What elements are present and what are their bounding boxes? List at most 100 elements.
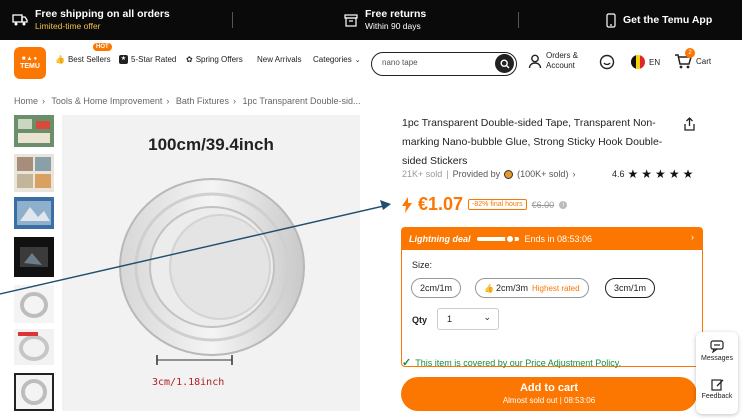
get-app-label: Get the Temu App bbox=[623, 14, 713, 26]
logo-glyphs: ■▲● bbox=[21, 56, 39, 62]
nav-best-sellers[interactable]: HOT 👍 Best Sellers bbox=[55, 43, 112, 64]
edit-icon bbox=[710, 379, 723, 391]
highest-rated-tag: Highest rated bbox=[531, 283, 580, 293]
message-icon bbox=[710, 340, 724, 353]
site-header: ■▲● TEMU HOT 👍 Best Sellers ★ 5-Star Rat… bbox=[0, 40, 742, 86]
thumbs-up-icon: 👍 bbox=[484, 283, 494, 293]
nav-categories[interactable]: Categories ⌄ bbox=[313, 55, 361, 64]
hot-badge: HOT bbox=[93, 43, 112, 51]
thumbnail-selected[interactable] bbox=[14, 373, 54, 411]
discount-badge: -82% final hours bbox=[468, 199, 527, 210]
thumbnail[interactable] bbox=[14, 285, 54, 323]
sold-count: 21K+ sold bbox=[402, 169, 443, 179]
get-app-promo[interactable]: Get the Temu App bbox=[606, 0, 712, 40]
thumbnail[interactable] bbox=[14, 329, 54, 365]
thumbnail[interactable] bbox=[14, 237, 54, 277]
qty-label: Qty bbox=[412, 315, 428, 325]
phone-icon bbox=[606, 12, 616, 28]
quantity-value: 1 bbox=[447, 314, 453, 324]
thumbs-up-icon: 👍 bbox=[55, 55, 65, 64]
feedback-widget[interactable]: Feedback bbox=[696, 378, 738, 400]
cart-count-badge: 2 bbox=[685, 48, 695, 58]
add-to-cart-label: Add to cart bbox=[519, 382, 579, 394]
breadcrumb-tools[interactable]: Tools & Home Improvement bbox=[51, 96, 162, 106]
shipping-sub: Limited-time offer bbox=[35, 21, 101, 31]
size-option-3cm-1m[interactable]: 3cm/1m bbox=[605, 278, 656, 298]
size-option-label: 2cm/3m bbox=[495, 283, 528, 293]
language-selector[interactable]: EN bbox=[631, 55, 660, 69]
cart-label: Cart bbox=[696, 56, 712, 66]
nav-new-arrivals-label: New Arrivals bbox=[257, 55, 302, 64]
size-option-2cm-1m[interactable]: 2cm/1m bbox=[411, 278, 462, 298]
size-option-2cm-3m[interactable]: 👍 2cm/3m Highest rated bbox=[475, 278, 589, 298]
thumbnail[interactable] bbox=[14, 154, 54, 192]
free-returns-promo[interactable]: Free returns Within 90 days bbox=[344, 0, 426, 40]
language-label: EN bbox=[649, 57, 661, 67]
chevron-right-icon: › bbox=[691, 232, 694, 242]
breadcrumb-current: 1pc Transparent Double-sid... bbox=[242, 96, 361, 106]
star-icon: ★ bbox=[627, 167, 639, 181]
quantity-select[interactable]: 1 ⌄ bbox=[437, 308, 499, 330]
half-star-icon: ★ bbox=[682, 167, 693, 181]
star-badge-icon: ★ bbox=[119, 55, 128, 64]
size-option-label: 2cm/1m bbox=[420, 283, 453, 293]
temu-logo[interactable]: ■▲● TEMU bbox=[14, 47, 46, 79]
rating[interactable]: 4.6 ★ ★ ★ ★ ★ bbox=[612, 167, 693, 181]
search-button[interactable] bbox=[495, 54, 514, 73]
messages-widget[interactable]: Messages bbox=[696, 340, 738, 362]
deal-header[interactable]: Lightning deal Ends in 08:53:06 › bbox=[402, 228, 702, 250]
account-label: Account bbox=[546, 61, 575, 70]
returns-sub: Within 90 days bbox=[365, 21, 421, 31]
promo-bar: Free shipping on all orders Limited-time… bbox=[0, 0, 742, 40]
nav-spring-offers[interactable]: ✿ Spring Offers bbox=[186, 55, 243, 64]
provided-by-label: Provided by bbox=[452, 169, 501, 179]
truck-icon bbox=[12, 14, 28, 26]
returns-box-icon bbox=[344, 13, 358, 27]
logo-text: TEMU bbox=[20, 63, 40, 70]
breadcrumb-home[interactable]: Home bbox=[14, 96, 38, 106]
sold-info: 21K+ sold | Provided by (100K+ sold) › bbox=[402, 169, 576, 179]
current-price: €1.07 bbox=[418, 194, 464, 214]
chevron-right-icon[interactable]: › bbox=[572, 169, 575, 179]
cart-link[interactable]: 2 Cart bbox=[674, 48, 712, 70]
product-title: 1pc Transparent Double-sided Tape, Trans… bbox=[402, 117, 663, 167]
orders-account[interactable]: Orders & Account bbox=[528, 51, 578, 71]
lightning-icon bbox=[402, 196, 412, 213]
search-bar bbox=[371, 52, 517, 76]
support-chat[interactable] bbox=[599, 54, 615, 70]
nav-five-star[interactable]: ★ 5-Star Rated bbox=[119, 55, 176, 64]
shipping-title: Free shipping on all orders bbox=[35, 8, 170, 20]
checkmark-icon: ✓ bbox=[402, 357, 412, 369]
nav-new-arrivals[interactable]: New Arrivals bbox=[257, 55, 301, 64]
protect-text[interactable]: This item is covered by our Price Adjust… bbox=[415, 358, 621, 368]
breadcrumb-bath[interactable]: Bath Fixtures bbox=[176, 96, 229, 106]
search-input[interactable] bbox=[382, 58, 482, 67]
size-label: Size: bbox=[412, 260, 433, 270]
user-icon bbox=[528, 54, 542, 68]
chat-smile-icon bbox=[599, 54, 615, 70]
image-width-label: 3cm/1.18inch bbox=[152, 377, 225, 388]
seller-avatar-icon[interactable] bbox=[504, 169, 514, 179]
nav-categories-label: Categories bbox=[313, 55, 352, 64]
messages-label: Messages bbox=[701, 355, 733, 362]
main-product-image[interactable]: 100cm/39.4inch 3cm/1.18inch bbox=[62, 115, 360, 411]
tape-roll-illustration bbox=[119, 178, 305, 365]
original-price: €6.00 bbox=[531, 199, 555, 210]
promo-divider bbox=[518, 12, 519, 28]
star-icon: ★ bbox=[655, 167, 666, 181]
side-widgets: Messages Feedback bbox=[696, 332, 738, 414]
search-icon bbox=[499, 58, 509, 68]
info-icon[interactable]: i bbox=[559, 200, 568, 209]
seller-sold[interactable]: (100K+ sold) bbox=[517, 169, 568, 179]
free-shipping-promo[interactable]: Free shipping on all orders Limited-time… bbox=[12, 0, 170, 40]
thumbnail[interactable] bbox=[14, 197, 54, 229]
size-option-label: 3cm/1m bbox=[614, 283, 647, 293]
add-to-cart-button[interactable]: Add to cart Almost sold out | 08:53:06 bbox=[401, 377, 697, 411]
star-icon: ★ bbox=[668, 167, 680, 181]
returns-title: Free returns bbox=[365, 8, 427, 20]
share-button[interactable] bbox=[683, 117, 696, 136]
thumbnail[interactable] bbox=[14, 115, 54, 147]
add-to-cart-sub: Almost sold out | 08:53:06 bbox=[502, 396, 596, 405]
rating-value: 4.6 bbox=[612, 169, 625, 179]
price-row: €1.07 -82% final hours €6.00 i bbox=[401, 194, 568, 215]
